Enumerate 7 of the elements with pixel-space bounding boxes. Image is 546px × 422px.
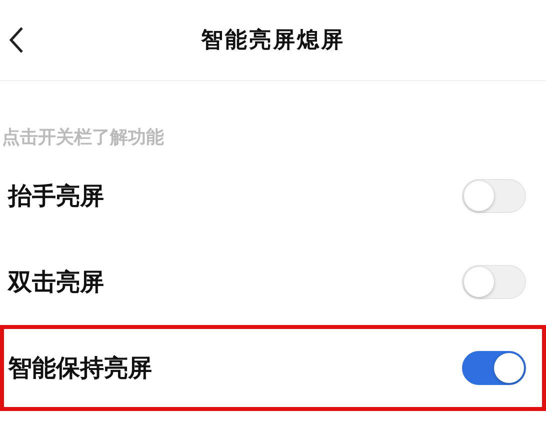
hint-text: 点击开关栏了解功能 xyxy=(1,126,165,150)
page-title: 智能亮屏熄屏 xyxy=(201,26,345,55)
setting-label: 智能保持亮屏 xyxy=(8,353,152,384)
toggle-switch[interactable] xyxy=(462,351,526,385)
setting-label: 抬手亮屏 xyxy=(8,181,104,212)
back-icon[interactable] xyxy=(8,26,24,54)
setting-label: 双击亮屏 xyxy=(8,267,104,298)
